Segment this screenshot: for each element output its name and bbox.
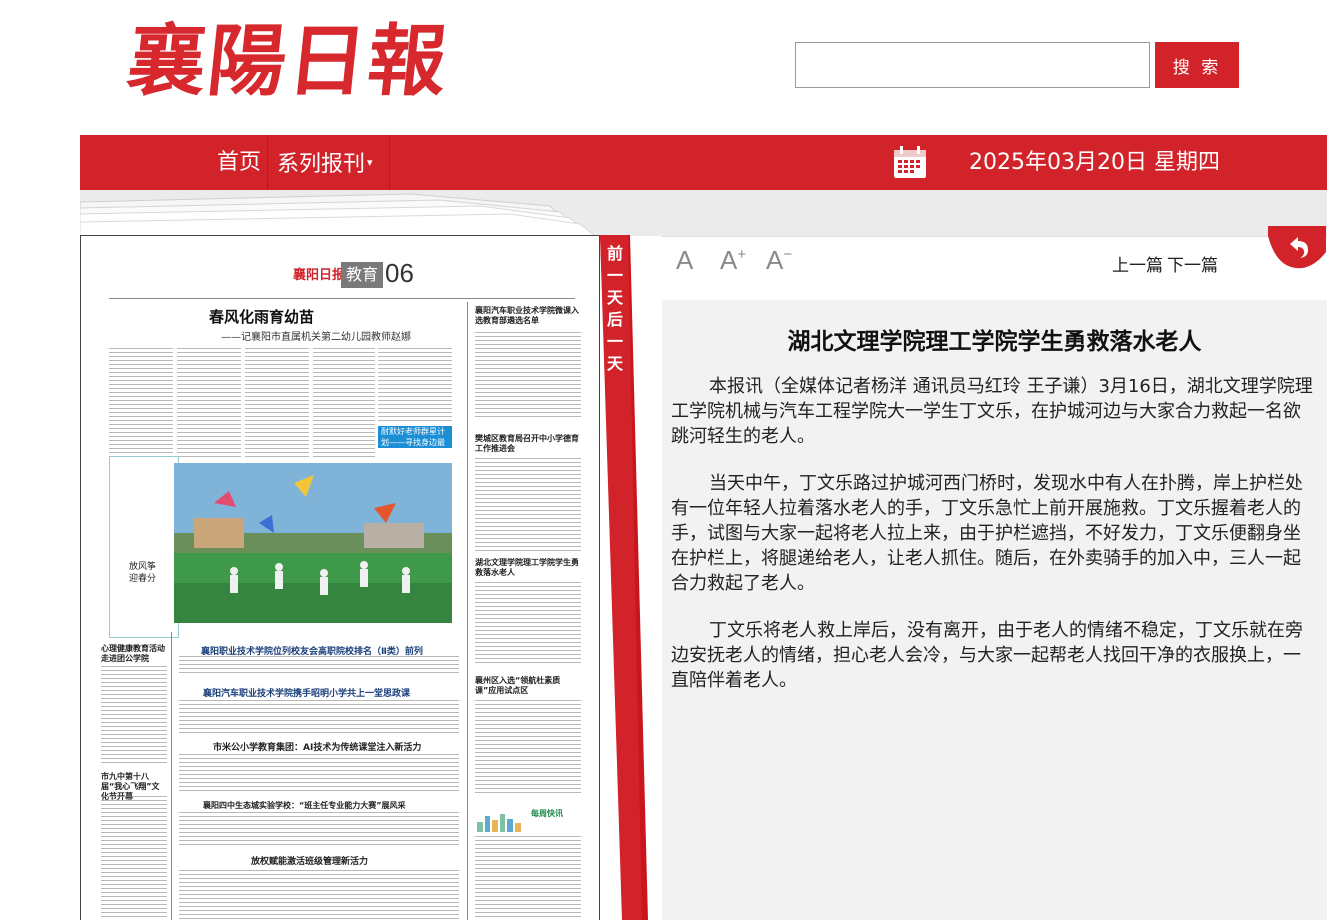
paper-promo-box[interactable]: 耐默好老师群星计划——寻找身边最美教师 [378, 426, 452, 458]
paper-text-block [475, 332, 581, 420]
main-nav: 首页 系列报刊 ▾ 2025年03月20日 星期四 [80, 135, 1327, 190]
nav-home-link[interactable]: 首页 [210, 135, 268, 190]
paper-text-block [179, 754, 459, 794]
plus-icon: + [737, 246, 747, 263]
paper-side-headline[interactable]: 湖北文理学院理工学院学生勇救落水老人 [475, 558, 581, 578]
article-panel: 湖北文理学院理工学院学生勇救落水老人 本报讯（全媒体记者杨洋 通讯员马红玲 王子… [662, 300, 1327, 920]
paper-rule [109, 298, 575, 299]
paper-masthead: 襄阳日报 [293, 268, 346, 283]
paper-page-header: 襄阳日报 教育 06 [293, 258, 433, 294]
prev-day-label: 前一天 [607, 244, 624, 307]
paper-text-block [179, 700, 459, 736]
newspaper-page-thumbnail[interactable]: 襄阳日报 教育 06 春风化雨育幼苗 ——记襄阳市直属机关第二幼儿园教师赵娜 耐… [80, 235, 600, 920]
prev-article-link[interactable]: 上一篇 [1112, 251, 1163, 276]
article-title: 湖北文理学院理工学院学生勇救落水老人 [787, 329, 1202, 355]
article-paragraph: 当天中午，丁文乐路过护城河西门桥时，发现水中有人在扑腾，岸上护栏处有一位年轻人拉… [671, 473, 1303, 594]
article-paragraph: 本报讯（全媒体记者杨洋 通讯员马红玲 王子谦）3月16日，湖北文理学院理工学院机… [671, 376, 1313, 447]
paper-text-block [475, 458, 581, 554]
paper-lead-title[interactable]: 春风化雨育幼苗 [209, 306, 314, 327]
paper-text-block [179, 656, 459, 676]
paper-side-headline[interactable]: 襄州区入选“领航杜素质课”应用试点区 [475, 676, 581, 696]
nav-series-dropdown[interactable]: 系列报刊 ▾ [277, 135, 373, 190]
paper-lead-subtitle: ——记襄阳市直属机关第二幼儿园教师赵娜 [221, 332, 411, 343]
nav-series-label: 系列报刊 [277, 152, 366, 177]
next-day-link[interactable]: 后一天 [603, 309, 627, 375]
font-larger-button[interactable]: A+ [720, 245, 746, 276]
paper-side-headline[interactable]: 心理健康教育活动走进团公学院 [101, 644, 167, 664]
paper-text-block [109, 348, 173, 458]
minus-icon: − [783, 246, 793, 263]
article-body: 本报讯（全媒体记者杨洋 通讯员马红玲 王子谦）3月16日，湖北文理学院理工学院机… [671, 374, 1313, 715]
font-smaller-label: A [766, 245, 784, 275]
font-normal-button[interactable]: A [676, 245, 693, 276]
prev-day-link[interactable]: 前一天 [603, 243, 627, 309]
article-paragraph: 丁文乐将老人救上岸后，没有离开，由于老人的情绪不稳定，丁文乐就在旁边安抚老人的情… [671, 620, 1303, 691]
paper-text-block [475, 700, 581, 796]
paper-text-block [101, 666, 167, 766]
site-logo-text: 襄陽日報 [123, 16, 453, 107]
paper-text-block [245, 348, 309, 458]
paper-text-block [475, 582, 581, 666]
paper-side-headline[interactable]: 每周快讯 [531, 808, 563, 819]
paper-column-rule [171, 632, 172, 920]
back-arrow-icon[interactable] [1268, 226, 1326, 270]
article-toolbar: A A+ A− 上一篇 下一篇 [662, 236, 1327, 292]
current-date: 2025年03月20日 星期四 [969, 150, 1220, 175]
next-day-label: 后一天 [607, 310, 624, 373]
photo-caption-box [109, 456, 179, 638]
kite-flying-photo[interactable] [174, 463, 452, 623]
paper-text-block [313, 348, 375, 458]
paper-text-block [101, 796, 167, 920]
caret-down-icon: ▾ [367, 156, 373, 169]
paper-section-badge: 教育 [341, 262, 383, 288]
next-article-link[interactable]: 下一篇 [1167, 251, 1218, 276]
paper-side-headline[interactable]: 襄阳汽车职业技术学院微课入选教育部遴选名单 [475, 306, 581, 326]
paper-headline[interactable]: 放权赋能激活班级管理新活力 [251, 854, 368, 867]
paper-page-number: 06 [385, 258, 414, 288]
search-button[interactable]: 搜 索 [1155, 42, 1239, 88]
search-input[interactable] [795, 42, 1150, 88]
paper-headline[interactable]: 襄阳汽车职业技术学院携手昭明小学共上一堂思政课 [203, 686, 410, 699]
font-larger-label: A [720, 245, 738, 275]
paper-headline[interactable]: 市米公小学教育集团：AI技术为传统课堂注入新活力 [213, 740, 421, 753]
paper-text-block [378, 348, 452, 422]
paper-text-block [179, 870, 459, 920]
paper-side-headline[interactable]: 樊城区教育局召开中小学德育工作推进会 [475, 434, 581, 454]
paper-headline[interactable]: 襄阳四中生态城实验学校：“班主任专业能力大赛”展风采 [203, 800, 406, 811]
nav-divider [389, 135, 390, 190]
paper-text-block [177, 348, 241, 458]
paper-stack-decoration [80, 190, 1327, 236]
photo-caption: 放风筝 迎春分 [129, 561, 156, 585]
skyline-illustration [477, 814, 521, 832]
paper-text-block [475, 836, 581, 920]
photo-caption-text: 放风筝 迎春分 [129, 562, 157, 584]
font-smaller-button[interactable]: A− [766, 245, 792, 276]
calendar-icon[interactable] [893, 146, 927, 179]
nav-divider [267, 135, 268, 190]
paper-text-block [179, 812, 459, 848]
site-logo[interactable]: 襄陽日報 [123, 12, 453, 112]
paper-column-rule [467, 302, 468, 920]
day-turn-tab: 前一天 后一天 [600, 235, 648, 920]
